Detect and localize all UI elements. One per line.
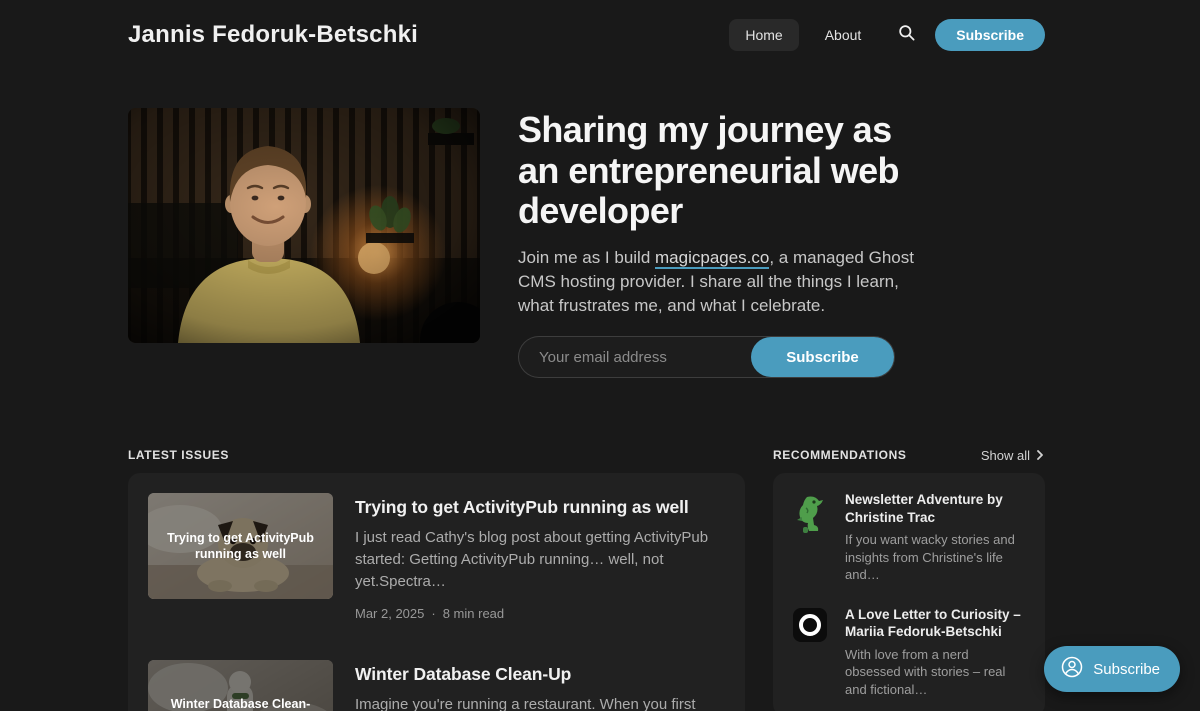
hero-intro-prefix: Join me as I build	[518, 248, 655, 267]
recommendations-card: Newsletter Adventure by Christine Trac I…	[773, 473, 1045, 711]
show-all-link[interactable]: Show all	[981, 448, 1045, 463]
latest-issues-heading: LATEST ISSUES	[128, 448, 229, 462]
show-all-label: Show all	[981, 448, 1030, 463]
hero-photo	[128, 108, 480, 343]
post-thumbnail-overlay-title: Winter Database Clean-Up	[148, 660, 333, 711]
hero-text-column: Sharing my journey as an entrepreneurial…	[518, 108, 938, 378]
search-icon	[897, 23, 916, 47]
post-excerpt: I just read Cathy's blog post about gett…	[355, 527, 725, 594]
nav-item-home[interactable]: Home	[729, 19, 798, 51]
email-signup-form: Subscribe	[518, 336, 895, 378]
recommendation-description: If you want wacky stories and insights f…	[845, 531, 1025, 584]
post-title[interactable]: Winter Database Clean-Up	[355, 664, 725, 685]
post-title[interactable]: Trying to get ActivityPub running as wel…	[355, 497, 725, 518]
recommendation-title[interactable]: Newsletter Adventure by Christine Trac	[845, 491, 1025, 526]
recommendation-title[interactable]: A Love Letter to Curiosity – Mariia Fedo…	[845, 606, 1025, 641]
recommendation-item[interactable]: Newsletter Adventure by Christine Trac I…	[793, 491, 1025, 584]
portal-subscribe-label: Subscribe	[1093, 661, 1160, 678]
main-nav: Home About Subscribe	[729, 18, 1045, 52]
recommendation-description: With love from a nerd obsessed with stor…	[845, 646, 1025, 699]
hero-heading: Sharing my journey as an entrepreneurial…	[518, 110, 930, 232]
post-thumbnail: Winter Database Clean-Up	[148, 660, 333, 711]
chevron-right-icon	[1035, 448, 1045, 463]
site-header: Jannis Fedoruk-Betschki Home About Subsc…	[128, 0, 1045, 70]
magicpages-link[interactable]: magicpages.co	[655, 248, 769, 269]
post-date: Mar 2, 2025	[355, 606, 424, 621]
header-subscribe-button[interactable]: Subscribe	[935, 19, 1045, 51]
trex-dino-icon	[793, 522, 829, 539]
post-excerpt: Imagine you're running a restaurant. Whe…	[355, 694, 725, 711]
recommendations-section: RECOMMENDATIONS Show all	[773, 446, 1045, 711]
user-circle-icon	[1060, 655, 1084, 683]
hero-photo-illustration	[128, 108, 480, 343]
hero-section: Sharing my journey as an entrepreneurial…	[128, 108, 1045, 378]
post-row-activitypub[interactable]: Trying to get ActivityPub running as wel…	[148, 493, 725, 621]
hero-intro: Join me as I build magicpages.co, a mana…	[518, 246, 918, 318]
latest-issues-section: LATEST ISSUES	[128, 446, 745, 711]
post-row-winter-cleanup[interactable]: Winter Database Clean-Up Winter Database…	[148, 660, 725, 711]
circle-ring-avatar-icon	[793, 608, 827, 642]
post-thumbnail-overlay-title: Trying to get ActivityPub running as wel…	[148, 493, 333, 599]
recommendations-heading: RECOMMENDATIONS	[773, 448, 906, 462]
recommendation-item[interactable]: A Love Letter to Curiosity – Mariia Fedo…	[793, 606, 1025, 699]
post-meta: Mar 2, 2025 · 8 min read	[355, 606, 725, 621]
portal-subscribe-button[interactable]: Subscribe	[1044, 646, 1180, 692]
hero-subscribe-button[interactable]: Subscribe	[751, 337, 894, 377]
site-title[interactable]: Jannis Fedoruk-Betschki	[128, 21, 418, 49]
latest-issues-card: Trying to get ActivityPub running as wel…	[128, 473, 745, 711]
post-thumbnail: Trying to get ActivityPub running as wel…	[148, 493, 333, 599]
nav-item-about[interactable]: About	[809, 19, 878, 51]
post-read-time: 8 min read	[443, 606, 504, 621]
search-button[interactable]	[887, 18, 925, 52]
main-content: LATEST ISSUES	[128, 446, 1045, 711]
post-meta-separator: ·	[431, 606, 435, 621]
